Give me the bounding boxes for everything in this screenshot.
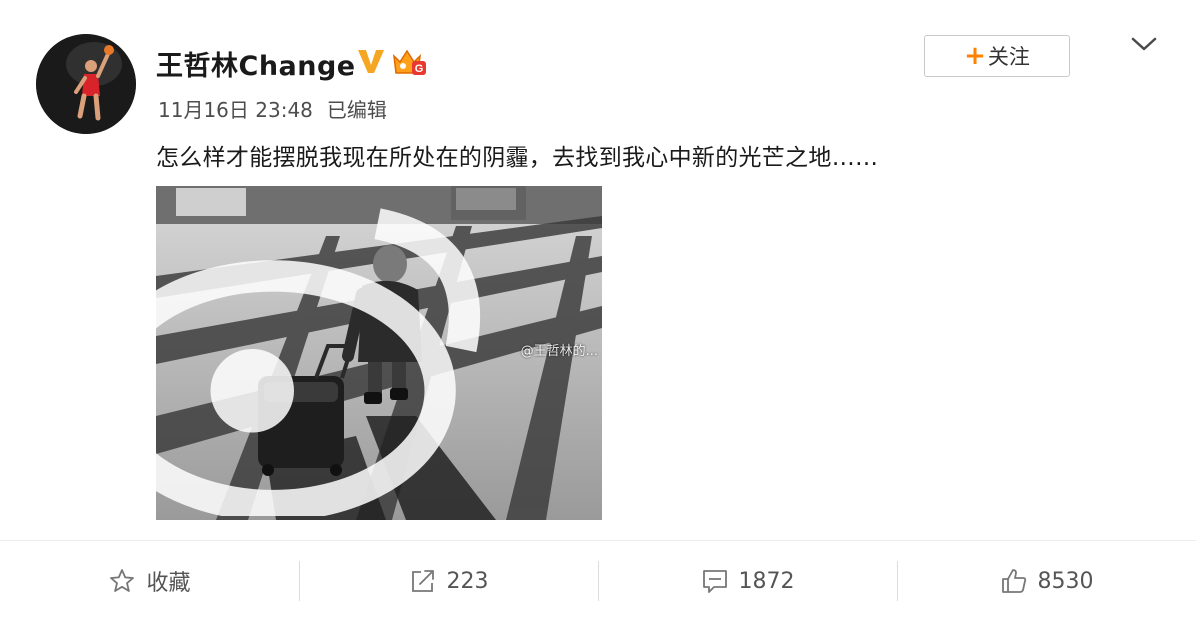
like-button[interactable]: 8530 [897, 561, 1196, 601]
watermark-text: @王哲林的... [520, 343, 598, 359]
post-time[interactable]: 11月16日 23:48 [158, 98, 313, 122]
chevron-down-icon[interactable] [1130, 34, 1158, 54]
weibo-post-card: 王哲林Change G 11月16日 23:48 已编辑 + 关注 怎么样才能摆脱… [0, 0, 1196, 620]
comment-count: 1872 [738, 568, 795, 594]
favorite-label: 收藏 [146, 571, 191, 596]
share-icon [411, 570, 434, 592]
favorite-button[interactable]: 收藏 [0, 561, 299, 601]
edited-label[interactable]: 已编辑 [327, 98, 387, 122]
like-count: 8530 [1037, 568, 1094, 594]
follow-label: 关注 [987, 45, 1030, 69]
weibo-logo-icon [156, 208, 480, 516]
comment-button[interactable]: 1872 [598, 561, 897, 601]
author-name[interactable]: 王哲林Change [156, 44, 356, 83]
repost-button[interactable]: 223 [299, 561, 598, 601]
post-meta: 11月16日 23:48 已编辑 [158, 94, 387, 123]
avatar[interactable] [36, 34, 136, 134]
star-icon [110, 569, 135, 592]
action-bar: 收藏 223 1872 8530 [0, 540, 1196, 621]
thumbs-up-icon [1001, 569, 1026, 593]
post-image[interactable]: @王哲林的... [156, 186, 602, 520]
svg-text:G: G [415, 63, 424, 75]
verified-v-icon [358, 50, 384, 73]
repost-count: 223 [446, 568, 489, 594]
plus-icon: + [964, 41, 986, 71]
vip-crown-icon[interactable]: G [390, 46, 428, 78]
post-text: 怎么样才能摆脱我现在所处在的阴霾，去找到我心中新的光芒之地…… [156, 145, 879, 171]
comment-icon [702, 570, 727, 593]
image-watermark: @王哲林的... [156, 186, 598, 516]
follow-button[interactable]: + 关注 [924, 35, 1070, 77]
